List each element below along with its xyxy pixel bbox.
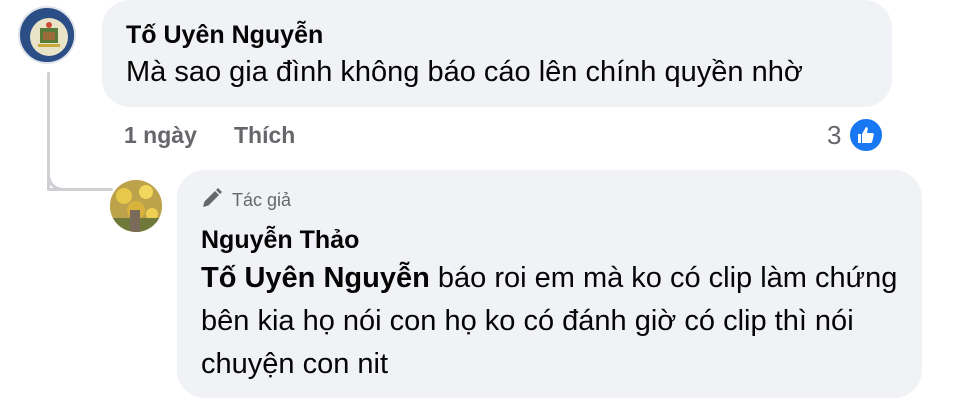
like-button[interactable]: Thích [234,122,295,149]
author-badge: Tác giả [200,186,291,215]
reply-text: Tố Uyên Nguyễn báo roi em mà ko có clip … [201,257,901,386]
thread-connector-branch [47,188,113,191]
avatar-commenter[interactable] [18,6,76,64]
mention-link[interactable]: Tố Uyên Nguyễn [201,262,430,294]
reply-text-line: báo roi em mà ko có clip làm [437,262,807,294]
thumbs-up-icon[interactable] [847,116,885,154]
author-badge-label: Tác giả [232,190,292,210]
comment-text: Mà sao gia đình không báo cáo lên chính … [126,56,803,88]
reply-author-name[interactable]: Nguyễn Thảo [201,226,359,255]
pen-icon [200,186,224,215]
avatar-reply-author[interactable] [110,180,162,232]
seal-avatar-image [22,10,74,62]
reaction-count[interactable]: 3 [827,120,841,151]
comment-author-name[interactable]: Tố Uyên Nguyễn [126,21,323,50]
comment-bubble [102,0,892,107]
flowers-avatar-image [110,180,162,232]
comment-timestamp[interactable]: 1 ngày [124,122,197,149]
